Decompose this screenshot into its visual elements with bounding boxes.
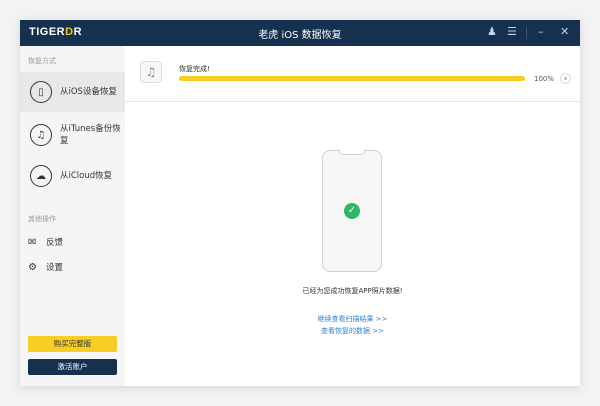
view-recovered-data-link[interactable]: 查看恢复的数据 >> — [125, 326, 580, 336]
progress-percent: 100% — [534, 75, 555, 83]
phone-illustration: ✓ — [322, 150, 382, 272]
phone-icon: ▯ — [30, 81, 52, 103]
feedback-button[interactable]: ✉ 反馈 — [28, 236, 64, 249]
sidebar-item-label: 从iCloud恢复 — [60, 171, 113, 181]
divider — [526, 27, 527, 39]
section-label: 恢复方式 — [28, 57, 56, 65]
sidebar: 恢复方式 ▯ 从iOS设备恢复 ♫ 从iTunes备份恢复 ☁ 从iCloud恢… — [20, 46, 125, 386]
settings-button[interactable]: ⚙ 设置 — [28, 261, 64, 274]
close-button[interactable]: ✕ — [560, 25, 569, 38]
sidebar-item-itunes[interactable]: ♫ 从iTunes备份恢复 — [20, 115, 125, 155]
buy-full-version-button[interactable]: 购买完整版 — [28, 336, 117, 352]
sidebar-item-ios-device[interactable]: ▯ 从iOS设备恢复 — [20, 72, 125, 112]
minimize-button[interactable]: – — [538, 25, 544, 38]
progress-header: ♫ 恢复完成! 100% — [125, 46, 580, 102]
main-panel: ♫ 恢复完成! 100% ✓ 已经为您成功恢复APP照片数据! 继续查看扫描结果… — [125, 46, 580, 386]
sidebar-item-icloud[interactable]: ☁ 从iCloud恢复 — [20, 156, 125, 196]
progress-bar — [179, 76, 525, 81]
feedback-label: 反馈 — [46, 238, 64, 248]
inbox-icon: ✉ — [28, 236, 37, 248]
view-scan-results-link[interactable]: 继续查看扫描结果 >> — [125, 314, 580, 324]
activate-account-button[interactable]: 激活账户 — [28, 359, 117, 375]
check-icon: ✓ — [344, 203, 360, 219]
phone-notch — [339, 150, 365, 155]
sidebar-item-label: 从iOS设备恢复 — [60, 87, 117, 97]
music-icon: ♫ — [30, 124, 52, 146]
section-label: 其他操作 — [28, 215, 56, 223]
title-bar: TIGERDR 老虎 iOS 数据恢复 ♟ ☰ – ✕ — [20, 20, 580, 46]
progress-fill — [179, 76, 525, 81]
stop-button[interactable] — [560, 73, 571, 84]
sidebar-item-label: 从iTunes备份恢复 — [60, 124, 121, 146]
cloud-icon: ☁ — [30, 165, 52, 187]
menu-icon[interactable]: ☰ — [507, 25, 517, 38]
gear-icon: ⚙ — [28, 261, 37, 273]
app-window: TIGERDR 老虎 iOS 数据恢复 ♟ ☰ – ✕ 恢复方式 ▯ 从iOS设… — [20, 20, 580, 386]
user-icon[interactable]: ♟ — [487, 25, 497, 38]
progress-label: 恢复完成! — [179, 65, 210, 73]
success-message: 已经为您成功恢复APP照片数据! — [302, 287, 403, 295]
music-icon: ♫ — [140, 61, 162, 83]
settings-label: 设置 — [46, 263, 64, 273]
